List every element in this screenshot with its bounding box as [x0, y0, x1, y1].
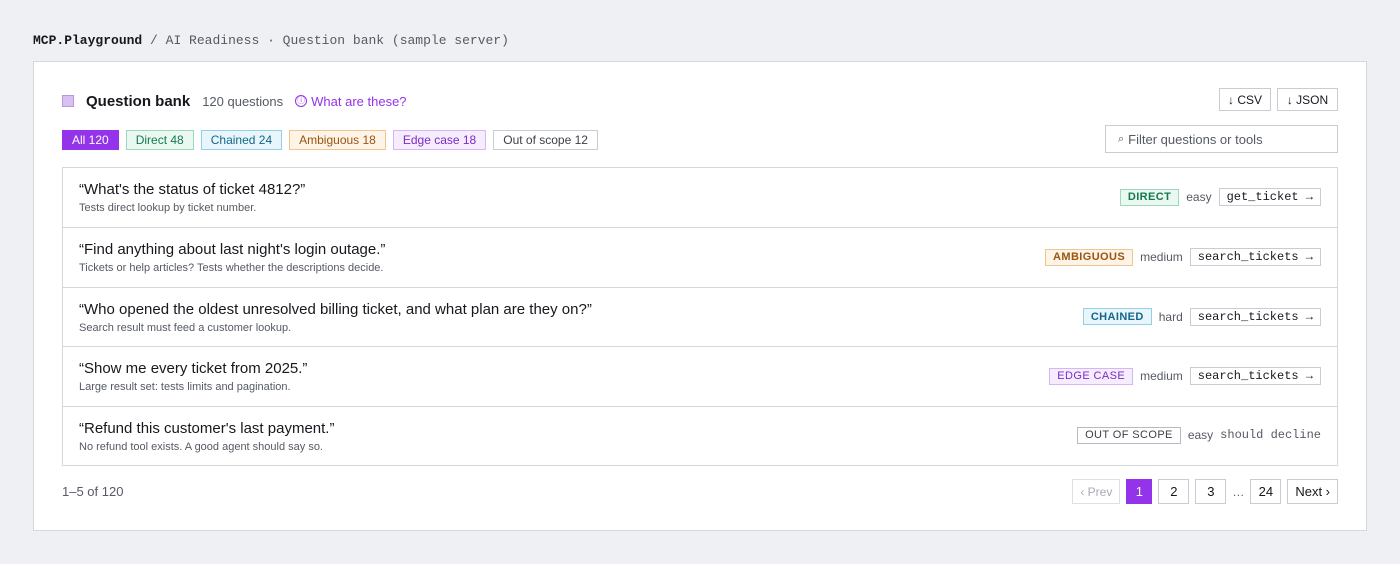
question-list: “What's the status of ticket 4812?” Test… — [62, 167, 1338, 466]
breadcrumb-separator: / — [150, 33, 158, 48]
filter-chip-edge-case[interactable]: Edge case 18 — [392, 130, 487, 150]
results-range: 1–5 of 120 — [62, 484, 124, 499]
pagination: ‹ Prev 1 2 3 … 24 Next › — [1072, 479, 1338, 504]
tool-link[interactable]: search_tickets → — [1189, 248, 1321, 267]
tool-link[interactable]: search_tickets → — [1189, 367, 1321, 386]
difficulty-label: hard — [1158, 309, 1183, 324]
question-text: “Refund this customer's last payment.” — [79, 419, 335, 437]
question-description: Tickets or help articles? Tests whether … — [79, 262, 384, 275]
question-description: Tests direct lookup by ticket number. — [79, 202, 257, 214]
question-text: “What's the status of ticket 4812?” — [79, 181, 306, 198]
pagination-ellipsis: … — [1232, 484, 1245, 499]
question-count: 120 questions — [202, 93, 284, 109]
next-page-button[interactable]: Next › — [1287, 479, 1338, 504]
breadcrumb: MCP.Playground / AI Readiness · Question… — [33, 33, 509, 48]
page-button-24[interactable]: 24 — [1250, 479, 1282, 504]
filter-chip-ambiguous[interactable]: Ambiguous 18 — [289, 130, 386, 150]
decline-note: should decline — [1220, 428, 1321, 443]
question-description: Large result set: tests limits and pagin… — [79, 381, 291, 394]
difficulty-label: easy — [1187, 428, 1214, 443]
download-csv-button[interactable]: ↓ CSV — [1219, 88, 1271, 111]
page-button-3[interactable]: 3 — [1195, 479, 1227, 504]
difficulty-label: medium — [1140, 250, 1183, 265]
question-text: “Find anything about last night's login … — [79, 241, 386, 259]
category-badge: AMBIGUOUS — [1045, 248, 1134, 266]
page-title: Question bank — [86, 92, 191, 110]
filter-placeholder: Filter questions or tools — [1128, 131, 1263, 147]
category-badge: CHAINED — [1082, 308, 1152, 326]
question-meta: CHAINED hard search_tickets → — [1082, 307, 1321, 326]
question-description: No refund tool exists. A good agent shou… — [79, 440, 323, 453]
what-are-these-label: What are these? — [311, 93, 407, 109]
breadcrumb-path: AI Readiness · Question bank (sample ser… — [165, 33, 509, 48]
brand-link[interactable]: MCP.Playground — [33, 33, 142, 48]
section-square-icon — [62, 95, 74, 107]
question-row[interactable]: “Find anything about last night's login … — [63, 227, 1337, 286]
question-row[interactable]: “Who opened the oldest unresolved billin… — [63, 286, 1337, 346]
difficulty-label: medium — [1140, 369, 1183, 384]
filter-chip-all[interactable]: All 120 — [62, 130, 119, 150]
category-badge: OUT OF SCOPE — [1077, 426, 1181, 444]
tool-link[interactable]: search_tickets → — [1189, 307, 1321, 326]
download-json-button[interactable]: ↓ JSON — [1277, 88, 1338, 111]
question-meta: DIRECT easy get_ticket → — [1119, 188, 1321, 206]
question-bank-card: Question bank 120 questions ⓘ What are t… — [33, 61, 1367, 531]
filter-chips: All 120 Direct 48 Chained 24 Ambiguous 1… — [62, 130, 598, 150]
page-button-1[interactable]: 1 — [1126, 479, 1153, 504]
question-meta: EDGE CASE medium search_tickets → — [1049, 367, 1321, 386]
question-description: Search result must feed a customer looku… — [79, 321, 292, 334]
category-badge: EDGE CASE — [1049, 367, 1134, 385]
question-row[interactable]: “What's the status of ticket 4812?” Test… — [63, 168, 1337, 227]
question-meta: AMBIGUOUS medium search_tickets → — [1045, 248, 1321, 267]
question-row[interactable]: “Show me every ticket from 2025.” Large … — [63, 346, 1337, 405]
difficulty-label: easy — [1186, 190, 1212, 204]
filter-chip-direct[interactable]: Direct 48 — [125, 130, 194, 150]
page-button-2[interactable]: 2 — [1158, 479, 1190, 504]
category-badge: DIRECT — [1119, 188, 1180, 206]
card-header: Question bank 120 questions ⓘ What are t… — [62, 90, 407, 112]
filter-chip-out-of-scope[interactable]: Out of scope 12 — [493, 130, 598, 150]
search-icon: ⌕ — [1118, 132, 1125, 145]
info-icon: ⓘ — [295, 95, 308, 107]
question-text: “Show me every ticket from 2025.” — [79, 360, 308, 378]
filter-input[interactable]: ⌕ Filter questions or tools — [1105, 125, 1338, 153]
what-are-these-link[interactable]: ⓘ What are these? — [295, 93, 407, 109]
filter-chip-chained[interactable]: Chained 24 — [200, 130, 283, 150]
question-meta: OUT OF SCOPE easy should decline — [1077, 426, 1321, 444]
question-row[interactable]: “Refund this customer's last payment.” N… — [63, 405, 1337, 465]
prev-page-button[interactable]: ‹ Prev — [1072, 479, 1121, 504]
question-text: “Who opened the oldest unresolved billin… — [79, 300, 592, 318]
tool-link[interactable]: get_ticket → — [1218, 188, 1321, 206]
